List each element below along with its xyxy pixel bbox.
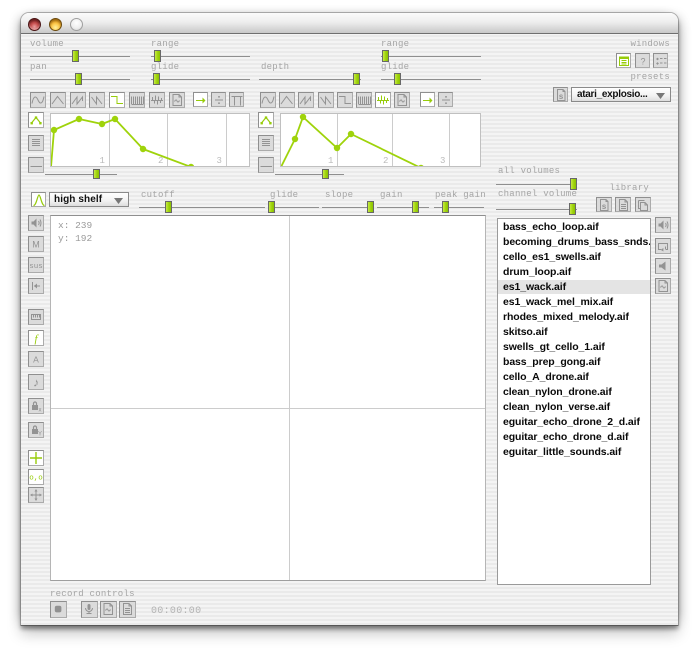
svg-text:♪: ♪	[33, 376, 39, 390]
svg-text:s: s	[559, 93, 564, 102]
svg-text:M: M	[32, 240, 40, 250]
svg-text:f: f	[34, 333, 39, 345]
svg-text:?: ?	[640, 57, 645, 67]
svg-text:s: s	[602, 203, 607, 212]
svg-text:x: x	[39, 408, 42, 414]
svg-text:Y: Y	[38, 432, 42, 438]
svg-text:o,o: o,o	[29, 475, 43, 483]
svg-text:A: A	[33, 355, 39, 365]
svg-text:sus: sus	[29, 263, 43, 271]
